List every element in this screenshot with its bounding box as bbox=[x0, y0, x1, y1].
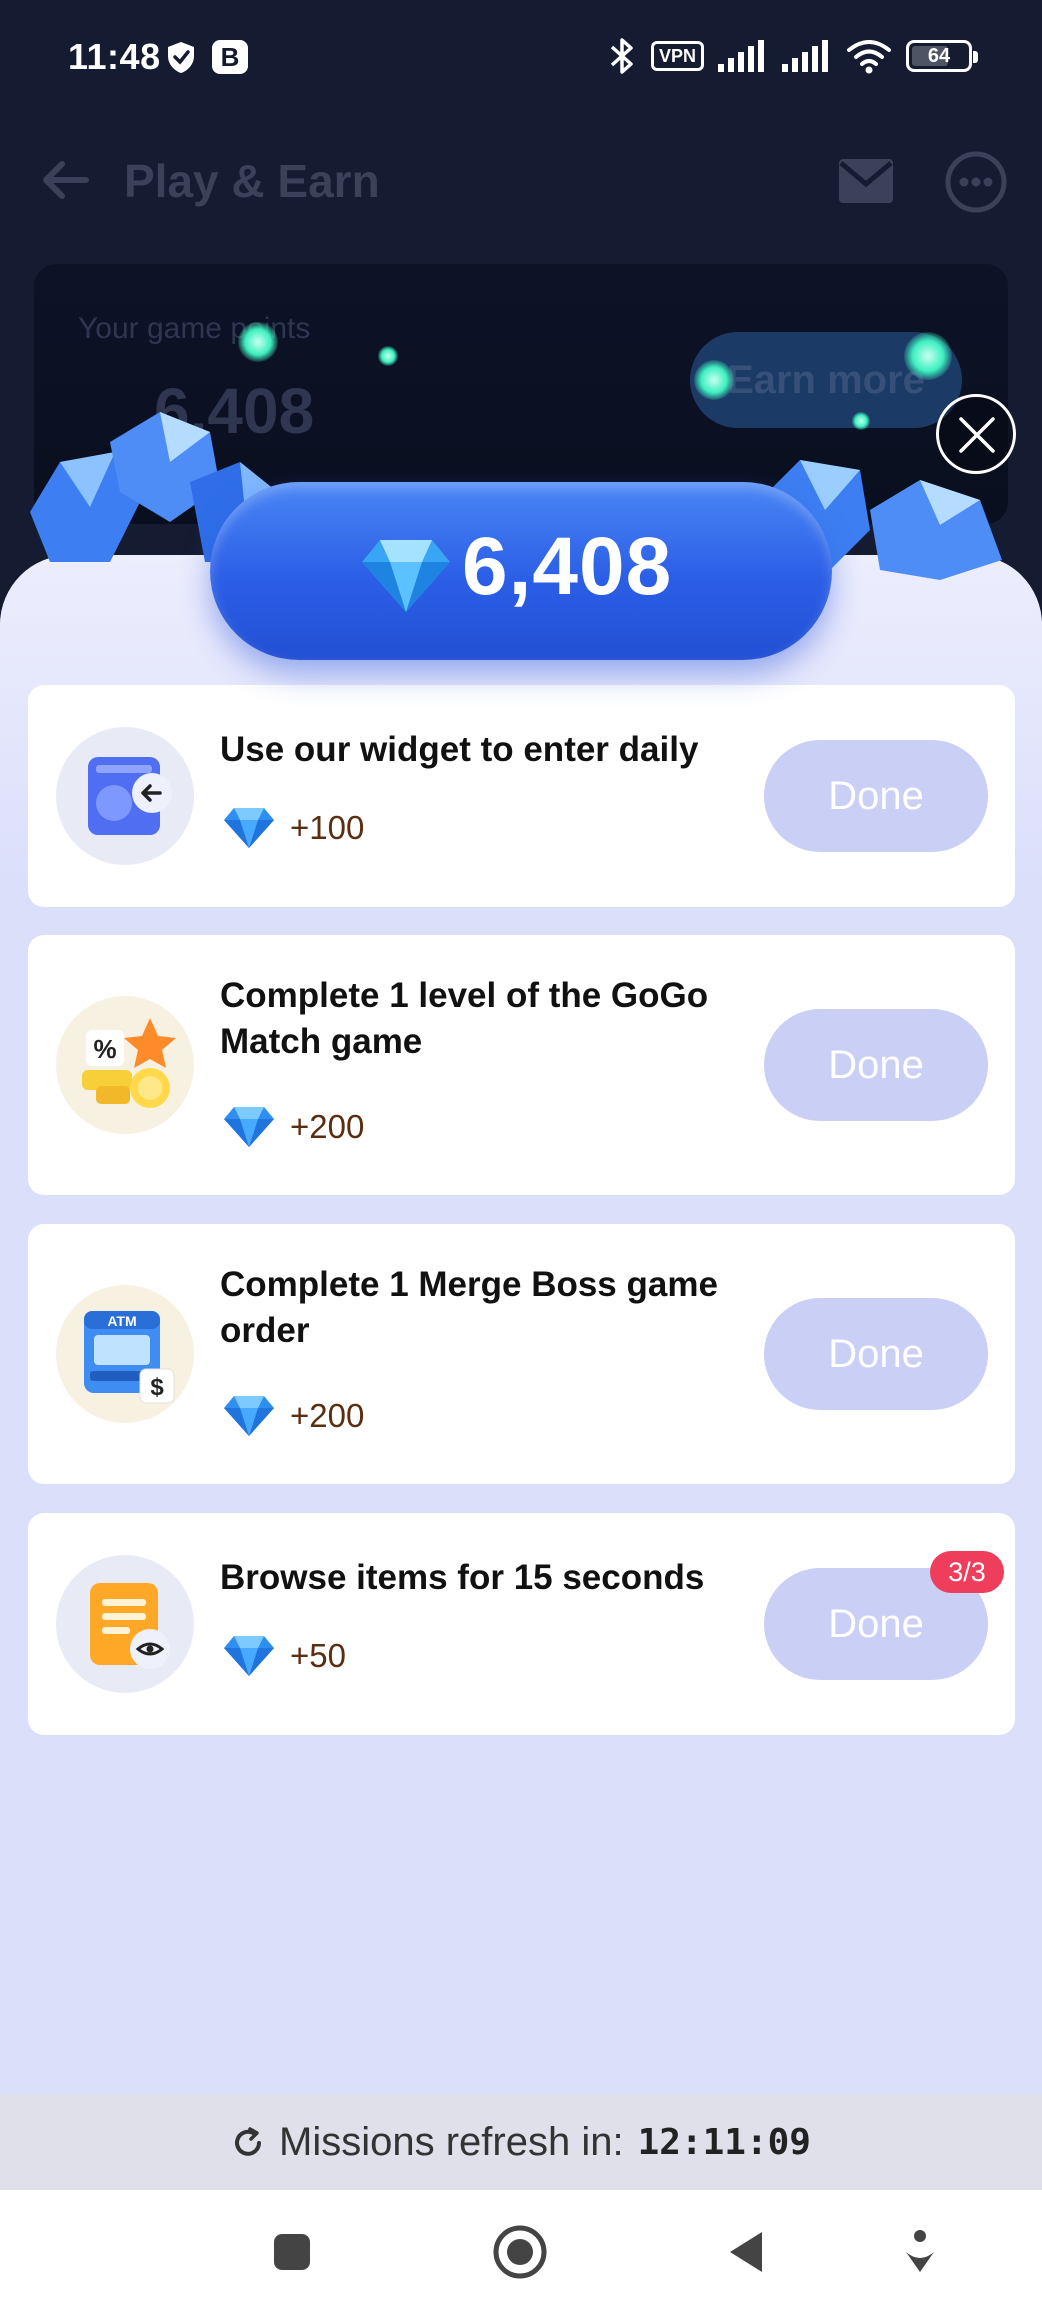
svg-text:$: $ bbox=[150, 1374, 164, 1401]
reward-amount: +50 bbox=[290, 1637, 346, 1674]
battery-level: 64 bbox=[927, 44, 951, 67]
svg-text:ATM: ATM bbox=[107, 1313, 136, 1329]
status-bar: 11:48 B VPN 64 bbox=[0, 0, 1042, 115]
widget-icon bbox=[56, 727, 194, 865]
atm-icon: ATM $ bbox=[56, 1285, 194, 1423]
bluetooth-icon bbox=[610, 38, 633, 74]
sparkle-2 bbox=[378, 346, 398, 366]
shield-icon bbox=[168, 42, 194, 73]
sparkle-4 bbox=[904, 332, 952, 380]
progress-badge: 3/3 bbox=[930, 1551, 1004, 1593]
status-time: 11:48 bbox=[68, 36, 161, 77]
refresh-timer: 12:11:09 bbox=[637, 2122, 811, 2163]
home-circle-icon[interactable] bbox=[488, 2220, 552, 2284]
done-button[interactable]: Done bbox=[764, 1298, 988, 1410]
gogo-match-icon: % bbox=[56, 996, 194, 1134]
reward-amount: +100 bbox=[290, 809, 365, 846]
mission-title: Use our widget to enter daily bbox=[220, 730, 699, 769]
more-options-icon[interactable] bbox=[944, 150, 1008, 214]
mission-reward: +200 bbox=[222, 1102, 364, 1152]
mission-card: % Complete 1 level of the GoGo Match gam… bbox=[28, 935, 1015, 1195]
done-button[interactable]: Done bbox=[764, 740, 988, 852]
diamond-icon bbox=[224, 1636, 274, 1676]
mail-icon[interactable] bbox=[836, 156, 896, 206]
status-icons: VPN 64 bbox=[607, 34, 978, 78]
back-arrow-icon[interactable] bbox=[38, 152, 94, 208]
system-nav-bar bbox=[0, 2190, 1042, 2315]
reward-amount: +200 bbox=[290, 1108, 365, 1145]
browse-icon bbox=[56, 1555, 194, 1693]
b-app-icon: B bbox=[212, 40, 248, 74]
mission-card: ATM $ Complete 1 Merge Boss game order +… bbox=[28, 1224, 1015, 1484]
vpn-badge: VPN bbox=[650, 41, 704, 71]
points-total-pill: 6,408 bbox=[210, 482, 832, 660]
mission-card: Use our widget to enter daily +100 Done bbox=[28, 685, 1015, 907]
mission-reward: +50 bbox=[222, 1631, 346, 1681]
sparkle-1 bbox=[238, 322, 278, 362]
points-total-value: 6,408 bbox=[462, 521, 673, 612]
refresh-icon bbox=[235, 2126, 262, 2156]
sparkle-3 bbox=[694, 360, 734, 400]
diamond-icon bbox=[362, 540, 450, 612]
reward-amount: +200 bbox=[290, 1397, 365, 1434]
close-button[interactable] bbox=[936, 394, 1016, 474]
diamond-icon bbox=[224, 808, 274, 848]
mission-card: Browse items for 15 seconds +50 Done 3/3 bbox=[28, 1513, 1015, 1735]
back-triangle-icon[interactable] bbox=[716, 2220, 780, 2284]
missions-modal: Use our widget to enter daily +100 Done … bbox=[0, 555, 1042, 2095]
signal-icon bbox=[718, 40, 764, 72]
wifi-icon bbox=[847, 40, 891, 74]
assistant-icon[interactable] bbox=[888, 2220, 952, 2284]
signal-icon-2 bbox=[782, 40, 828, 72]
mission-title: Browse items for 15 seconds bbox=[220, 1558, 705, 1597]
app-header: Play & Earn bbox=[0, 130, 1042, 230]
svg-text:%: % bbox=[93, 1034, 116, 1064]
mission-title: Complete 1 level of the GoGo Match game bbox=[220, 976, 709, 1061]
recents-square-icon[interactable] bbox=[260, 2220, 324, 2284]
mission-title: Complete 1 Merge Boss game order bbox=[220, 1265, 718, 1350]
refresh-label: Missions refresh in: bbox=[279, 2120, 624, 2164]
mission-reward: +100 bbox=[222, 803, 364, 853]
done-button[interactable]: Done bbox=[764, 1009, 988, 1121]
close-icon bbox=[959, 417, 995, 453]
mission-reward: +200 bbox=[222, 1391, 364, 1441]
page-title: Play & Earn bbox=[124, 155, 380, 207]
diamond-icon bbox=[224, 1396, 274, 1436]
diamond-icon bbox=[224, 1107, 274, 1147]
battery-icon: 64 bbox=[906, 40, 978, 72]
missions-refresh-bar: Missions refresh in: 12:11:09 bbox=[0, 2095, 1042, 2190]
sparkle-5 bbox=[852, 412, 870, 430]
